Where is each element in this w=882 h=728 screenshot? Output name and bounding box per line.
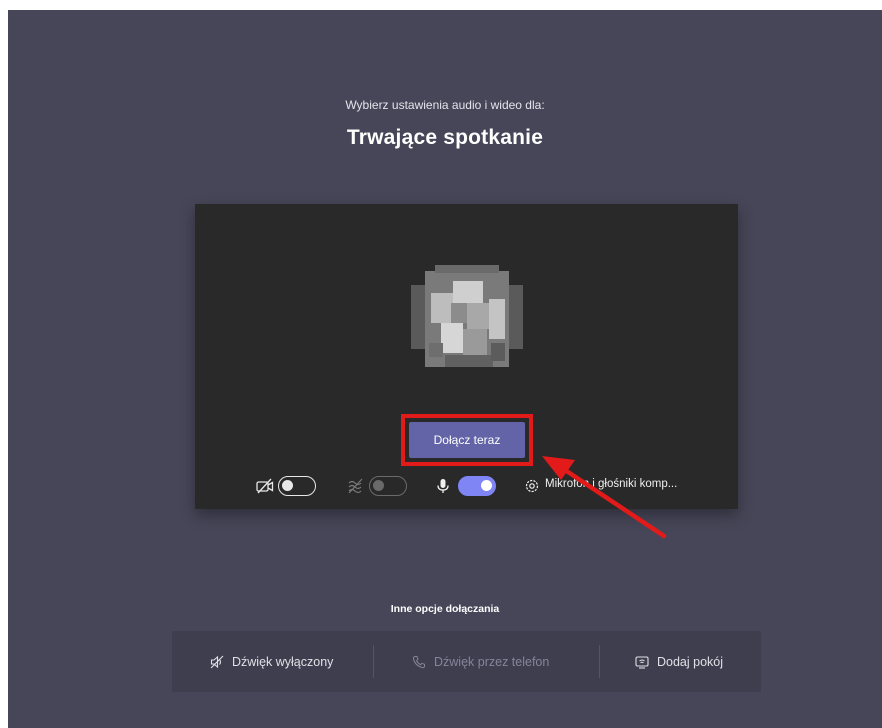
blurred-avatar xyxy=(411,265,523,367)
room-display-icon xyxy=(635,655,649,669)
audio-off-option[interactable]: Dźwięk wyłączony xyxy=(210,631,333,692)
join-now-button[interactable]: Dołącz teraz xyxy=(409,422,525,458)
phone-audio-label: Dźwięk przez telefon xyxy=(434,654,550,669)
phone-icon xyxy=(412,655,425,668)
other-join-options-heading: Inne opcje dołączania xyxy=(390,603,500,615)
camera-toggle[interactable] xyxy=(278,476,316,496)
prejoin-screen: Wybierz ustawienia audio i wideo dla: Tr… xyxy=(8,10,882,728)
device-controls: Mikrofon i głośniki komp... xyxy=(195,474,738,498)
add-room-option[interactable]: Dodaj pokój xyxy=(635,631,723,692)
camera-off-icon[interactable] xyxy=(256,478,274,494)
background-blur-icon xyxy=(348,478,363,494)
microphone-icon[interactable] xyxy=(434,478,452,494)
join-button-highlight: Dołącz teraz xyxy=(401,414,533,466)
video-preview: Dołącz teraz Mikrofon i głośniki komp... xyxy=(195,204,738,509)
gear-icon[interactable] xyxy=(523,478,541,494)
options-divider xyxy=(599,645,600,678)
audio-off-label: Dźwięk wyłączony xyxy=(232,654,334,669)
background-blur-toggle xyxy=(369,476,407,496)
options-divider xyxy=(373,645,374,678)
other-join-options: Dźwięk wyłączony Dźwięk przez telefon Do… xyxy=(172,631,761,692)
audio-device-label[interactable]: Mikrofon i głośniki komp... xyxy=(545,478,677,490)
add-room-label: Dodaj pokój xyxy=(657,654,724,669)
meeting-title: Trwające spotkanie xyxy=(346,126,544,149)
phone-audio-option[interactable]: Dźwięk przez telefon xyxy=(412,631,549,692)
speaker-off-icon xyxy=(210,655,224,668)
microphone-toggle[interactable] xyxy=(458,476,496,496)
prejoin-subtitle: Wybierz ustawienia audio i wideo dla: xyxy=(345,98,545,112)
